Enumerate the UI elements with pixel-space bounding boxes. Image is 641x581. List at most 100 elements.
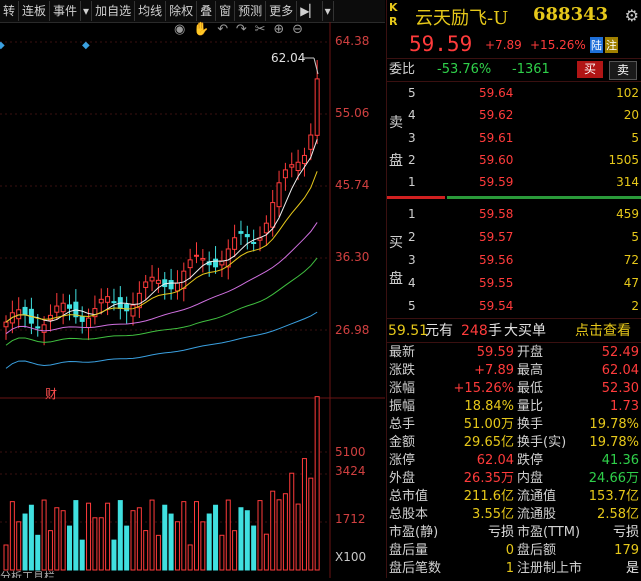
bid-price: 59.56 <box>479 253 514 267</box>
volume-bar <box>289 472 295 571</box>
commission-ratio: -53.76% <box>437 62 492 77</box>
ask-price: 59.64 <box>479 86 514 100</box>
big-order-row[interactable]: 59.51 元有 248 手 大买单 点击查看 <box>387 320 641 342</box>
bid-row[interactable]: 1 59.58 459 <box>387 203 641 225</box>
toolbar-item-ma[interactable]: 均线 <box>135 1 167 21</box>
volume-bar <box>276 499 282 571</box>
bid-level: 2 <box>408 230 416 244</box>
ask-price: 59.59 <box>479 175 514 189</box>
candle-body <box>174 282 180 292</box>
quote-key: 总股本 <box>389 507 429 522</box>
toolbar-expand-icon[interactable]: ▶▏ <box>297 1 323 21</box>
candle-body <box>295 161 301 172</box>
big-order-qty-unit: 手 <box>488 323 502 339</box>
toolbar-item-add-watchlist[interactable]: 加自选 <box>92 1 136 21</box>
candle-body <box>276 182 282 208</box>
quote-row: 总股本 3.55亿 流通股 2.58亿 <box>387 506 641 524</box>
toolbar-item-lianban[interactable]: 连板 <box>19 1 51 21</box>
candle-body <box>155 279 161 284</box>
quote-key: 涨跌 <box>389 363 416 378</box>
volume-bar <box>219 534 225 571</box>
toolbar-item-exright[interactable]: 除权 <box>166 1 198 21</box>
toolbar-dropdown2-icon[interactable]: ▾ <box>323 1 334 21</box>
ask-row[interactable]: 2 59.60 1505 <box>387 149 641 171</box>
quote-value: 179 <box>614 543 639 558</box>
bid-row[interactable]: 3 59.56 72 <box>387 249 641 271</box>
tag-lu[interactable]: 陆 <box>590 37 603 53</box>
divider <box>387 318 641 319</box>
volume-bar <box>206 513 212 571</box>
ask-volume: 314 <box>616 175 639 189</box>
toolbar-dropdown-icon[interactable]: ▾ <box>81 1 93 21</box>
toolbar-item-forecast[interactable]: 预测 <box>235 1 267 21</box>
plus-circle-icon[interactable]: ⊕ <box>273 22 284 37</box>
quote-row: 金额 29.65亿 换手(实) 19.78% <box>387 434 641 452</box>
price-axis-label: 26.98 <box>335 323 370 337</box>
quote-row: 最新 59.59 开盘 52.49 <box>387 344 641 362</box>
event-marker-icon[interactable]: ◆ <box>0 40 5 51</box>
bid-volume: 459 <box>616 207 639 221</box>
quote-value: 1.73 <box>610 399 639 414</box>
quote-key: 换手 <box>517 417 544 432</box>
quote-key: 市盈(TTM) <box>517 525 581 540</box>
settings-gear-icon[interactable]: ⚙ <box>625 6 639 25</box>
event-marker-icon[interactable]: ◆ <box>82 40 90 51</box>
eye-icon[interactable]: ◉ <box>174 22 185 37</box>
big-order-link[interactable]: 点击查看 <box>575 320 631 342</box>
volume-bar <box>136 507 142 571</box>
ask-row[interactable]: 5 59.64 102 <box>387 82 641 104</box>
kline-chart-area[interactable]: ◆ ◆ 62.04 财 ◉ ✋ ↶ ↷ ✂ ⊕ ⊖ 64.38 55.06 45… <box>0 22 385 578</box>
bid-row[interactable]: 2 59.57 5 <box>387 226 641 248</box>
quote-value: 52.30 <box>601 381 639 396</box>
candle-body <box>130 304 136 317</box>
quote-value: 41.36 <box>601 453 639 468</box>
minus-circle-icon[interactable]: ⊖ <box>292 22 303 37</box>
kline-chart-svg[interactable]: ◆ ◆ 62.04 财 <box>0 22 385 578</box>
volume-bar <box>54 507 60 571</box>
ask-level: 5 <box>408 86 416 100</box>
toolbar-item-window[interactable]: 窗 <box>216 1 236 21</box>
buy-button[interactable]: 买 <box>577 61 603 78</box>
ask-row[interactable]: 4 59.62 20 <box>387 104 641 126</box>
quote-row: 外盘 26.35万 内盘 24.66万 <box>387 470 641 488</box>
price-axis-label: 55.06 <box>335 106 370 120</box>
toolbar-item-shijian[interactable]: 事件 <box>50 1 82 21</box>
divider <box>387 342 641 343</box>
hand-icon[interactable]: ✋ <box>193 22 209 37</box>
ask-row[interactable]: 3 59.61 5 <box>387 127 641 149</box>
ask-volume: 20 <box>623 108 639 122</box>
chart-toolbar: 转 连板 事件 ▾ 加自选 均线 除权 叠 窗 预测 更多 ▶▏ ▾ <box>0 0 385 23</box>
volume-bar <box>155 534 161 571</box>
tag-zhu[interactable]: 注 <box>605 37 618 53</box>
ma-lines-group <box>5 139 318 369</box>
quote-key: 开盘 <box>517 345 544 360</box>
candle-body <box>35 326 41 329</box>
volume-bar <box>117 500 123 571</box>
undo-icon[interactable]: ↶ <box>217 22 228 37</box>
volume-bar <box>98 517 104 571</box>
bid-row[interactable]: 5 59.54 2 <box>387 295 641 317</box>
toolbar-item-zhuan[interactable]: 转 <box>0 1 20 21</box>
volume-bar <box>257 500 263 571</box>
quote-value: 3.55亿 <box>472 507 514 522</box>
quote-value: 211.6亿 <box>463 489 514 504</box>
high-marker-label: 62.04 <box>271 51 305 65</box>
sell-button[interactable]: 卖 <box>609 61 637 80</box>
quote-key: 总手 <box>389 417 416 432</box>
volume-bar <box>86 502 92 571</box>
toolbar-item-more[interactable]: 更多 <box>266 1 298 21</box>
toolbar-item-overlay[interactable]: 叠 <box>197 1 217 21</box>
ask-row[interactable]: 1 59.59 314 <box>387 171 641 193</box>
finance-marker[interactable]: 财 <box>45 387 57 401</box>
volume-bar <box>105 502 111 571</box>
quote-key: 最高 <box>517 363 544 378</box>
bid-row[interactable]: 4 59.55 47 <box>387 272 641 294</box>
volume-unit-label: X100 <box>335 550 367 564</box>
scissors-icon[interactable]: ✂ <box>255 22 266 37</box>
bottom-tab[interactable]: 分析工具栏 <box>0 570 55 578</box>
ask-price: 59.61 <box>479 131 514 145</box>
volume-bar <box>22 513 28 571</box>
redo-icon[interactable]: ↷ <box>236 22 247 37</box>
bid-volume: 47 <box>623 276 639 290</box>
big-order-desc: 大买单 <box>504 323 546 339</box>
